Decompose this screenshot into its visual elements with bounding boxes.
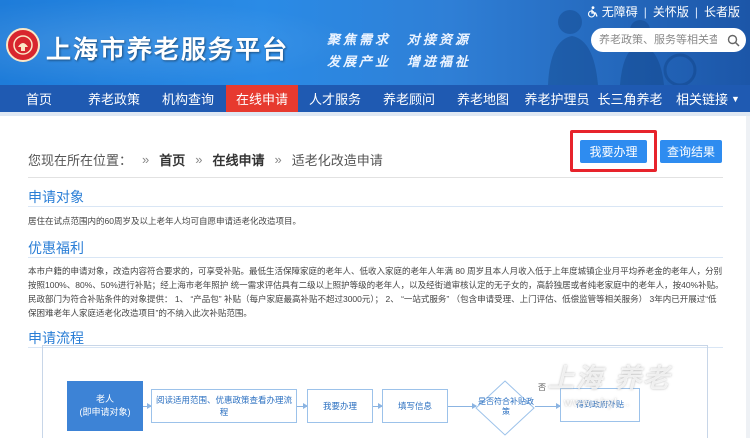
benefit-description: 本市户籍的申请对象，改造内容符合要求的，可享受补贴。最低生活保障家庭的老年人、低… (28, 266, 724, 318)
section-title-benefit: 优惠福利 (28, 240, 84, 256)
query-result-button[interactable]: 查询结果 (660, 140, 722, 163)
apply-now-button[interactable]: 我要办理 (580, 140, 647, 163)
flow-step-apply: 我要办理 (307, 389, 373, 423)
nav-map[interactable]: 养老地图 (446, 85, 520, 112)
flow-arrow (297, 403, 308, 409)
flow-start-line1: 老人 (95, 394, 114, 404)
accessibility-label: 无障碍 (601, 5, 638, 19)
flow-decision-mark: 否 (538, 383, 546, 392)
breadcrumb-prefix: 您现在所在位置： (28, 153, 133, 168)
care-mode-link[interactable]: 关怀版 (647, 3, 695, 20)
breadcrumb-current: 适老化改造申请 (291, 153, 383, 168)
section-title-target: 申请对象 (28, 189, 84, 205)
nav-underline (0, 112, 750, 116)
search-box (591, 28, 746, 52)
flow-step-read: 阅读适用范围、优惠政策查看办理流程 (151, 389, 297, 423)
site-header: 上海市养老服务平台 聚焦需求 对接资源 发展产业 增进福祉 无障碍 | 关怀版 … (0, 0, 750, 85)
flow-start-node: 老人 (即申请对象) (67, 381, 143, 431)
flow-step-fill-info: 填写信息 (382, 389, 448, 423)
site-title[interactable]: 上海市养老服务平台 (46, 30, 289, 66)
slogan-line-1: 聚焦需求 对接资源 (327, 33, 472, 48)
section-divider (28, 257, 723, 258)
caret-down-icon: ▼ (731, 93, 740, 104)
scrollbar-track[interactable] (746, 116, 750, 438)
nav-home[interactable]: 首页 (0, 85, 78, 112)
nav-talent[interactable]: 人才服务 (298, 85, 372, 112)
flow-arrow (373, 403, 383, 409)
breadcrumb-online-apply[interactable]: 在线申请 (213, 150, 265, 169)
watermark: 上海 养老 (548, 364, 672, 394)
nav-related-links-label: 相关链接 (676, 92, 729, 107)
breadcrumb-divider (28, 177, 723, 178)
search-input[interactable] (599, 34, 717, 46)
nav-institution-search[interactable]: 机构查询 (150, 85, 226, 112)
flow-start-line2: (即申请对象) (79, 407, 131, 417)
section-divider (28, 206, 723, 207)
flow-arrow (535, 403, 561, 409)
accessibility-link[interactable]: 无障碍 (581, 3, 644, 20)
breadcrumb-home[interactable]: 首页 (159, 150, 185, 169)
main-nav: 首页 养老政策 机构查询 在线申请 人才服务 养老顾问 养老地图 养老护理员 长… (0, 85, 750, 112)
search-icon[interactable] (727, 34, 740, 47)
emblem-logo-icon[interactable] (6, 28, 40, 62)
nav-policy[interactable]: 养老政策 (78, 85, 150, 112)
breadcrumb: 您现在所在位置： » 首页 » 在线申请 » 适老化改造申请 (28, 150, 383, 169)
nav-advisor[interactable]: 养老顾问 (372, 85, 446, 112)
target-description: 居住在试点范围内的60周岁及以上老年人均可自愿申请适老化改造项目。 (28, 216, 301, 226)
nav-caregiver[interactable]: 养老护理员 (520, 85, 594, 112)
watermark-url: www.shyl... (564, 397, 631, 409)
flow-arrow (448, 403, 477, 409)
slogan-line-2: 发展产业 增进福祉 (327, 55, 472, 70)
nav-related-links[interactable]: 相关链接 ▼ (666, 85, 750, 112)
nav-online-apply[interactable]: 在线申请 (226, 85, 298, 112)
nav-yangtze-delta[interactable]: 长三角养老 (594, 85, 666, 112)
chevron-right-icon: » (142, 152, 150, 167)
flow-decision-label: 是否符合补贴政策 (478, 397, 534, 416)
chevron-right-icon: » (195, 152, 203, 167)
elderly-mode-link[interactable]: 长者版 (698, 3, 746, 20)
wheelchair-icon (587, 5, 598, 18)
utility-links: 无障碍 | 关怀版 | 长者版 (581, 3, 746, 20)
chevron-right-icon: » (274, 152, 282, 167)
flow-arrow (143, 403, 152, 409)
